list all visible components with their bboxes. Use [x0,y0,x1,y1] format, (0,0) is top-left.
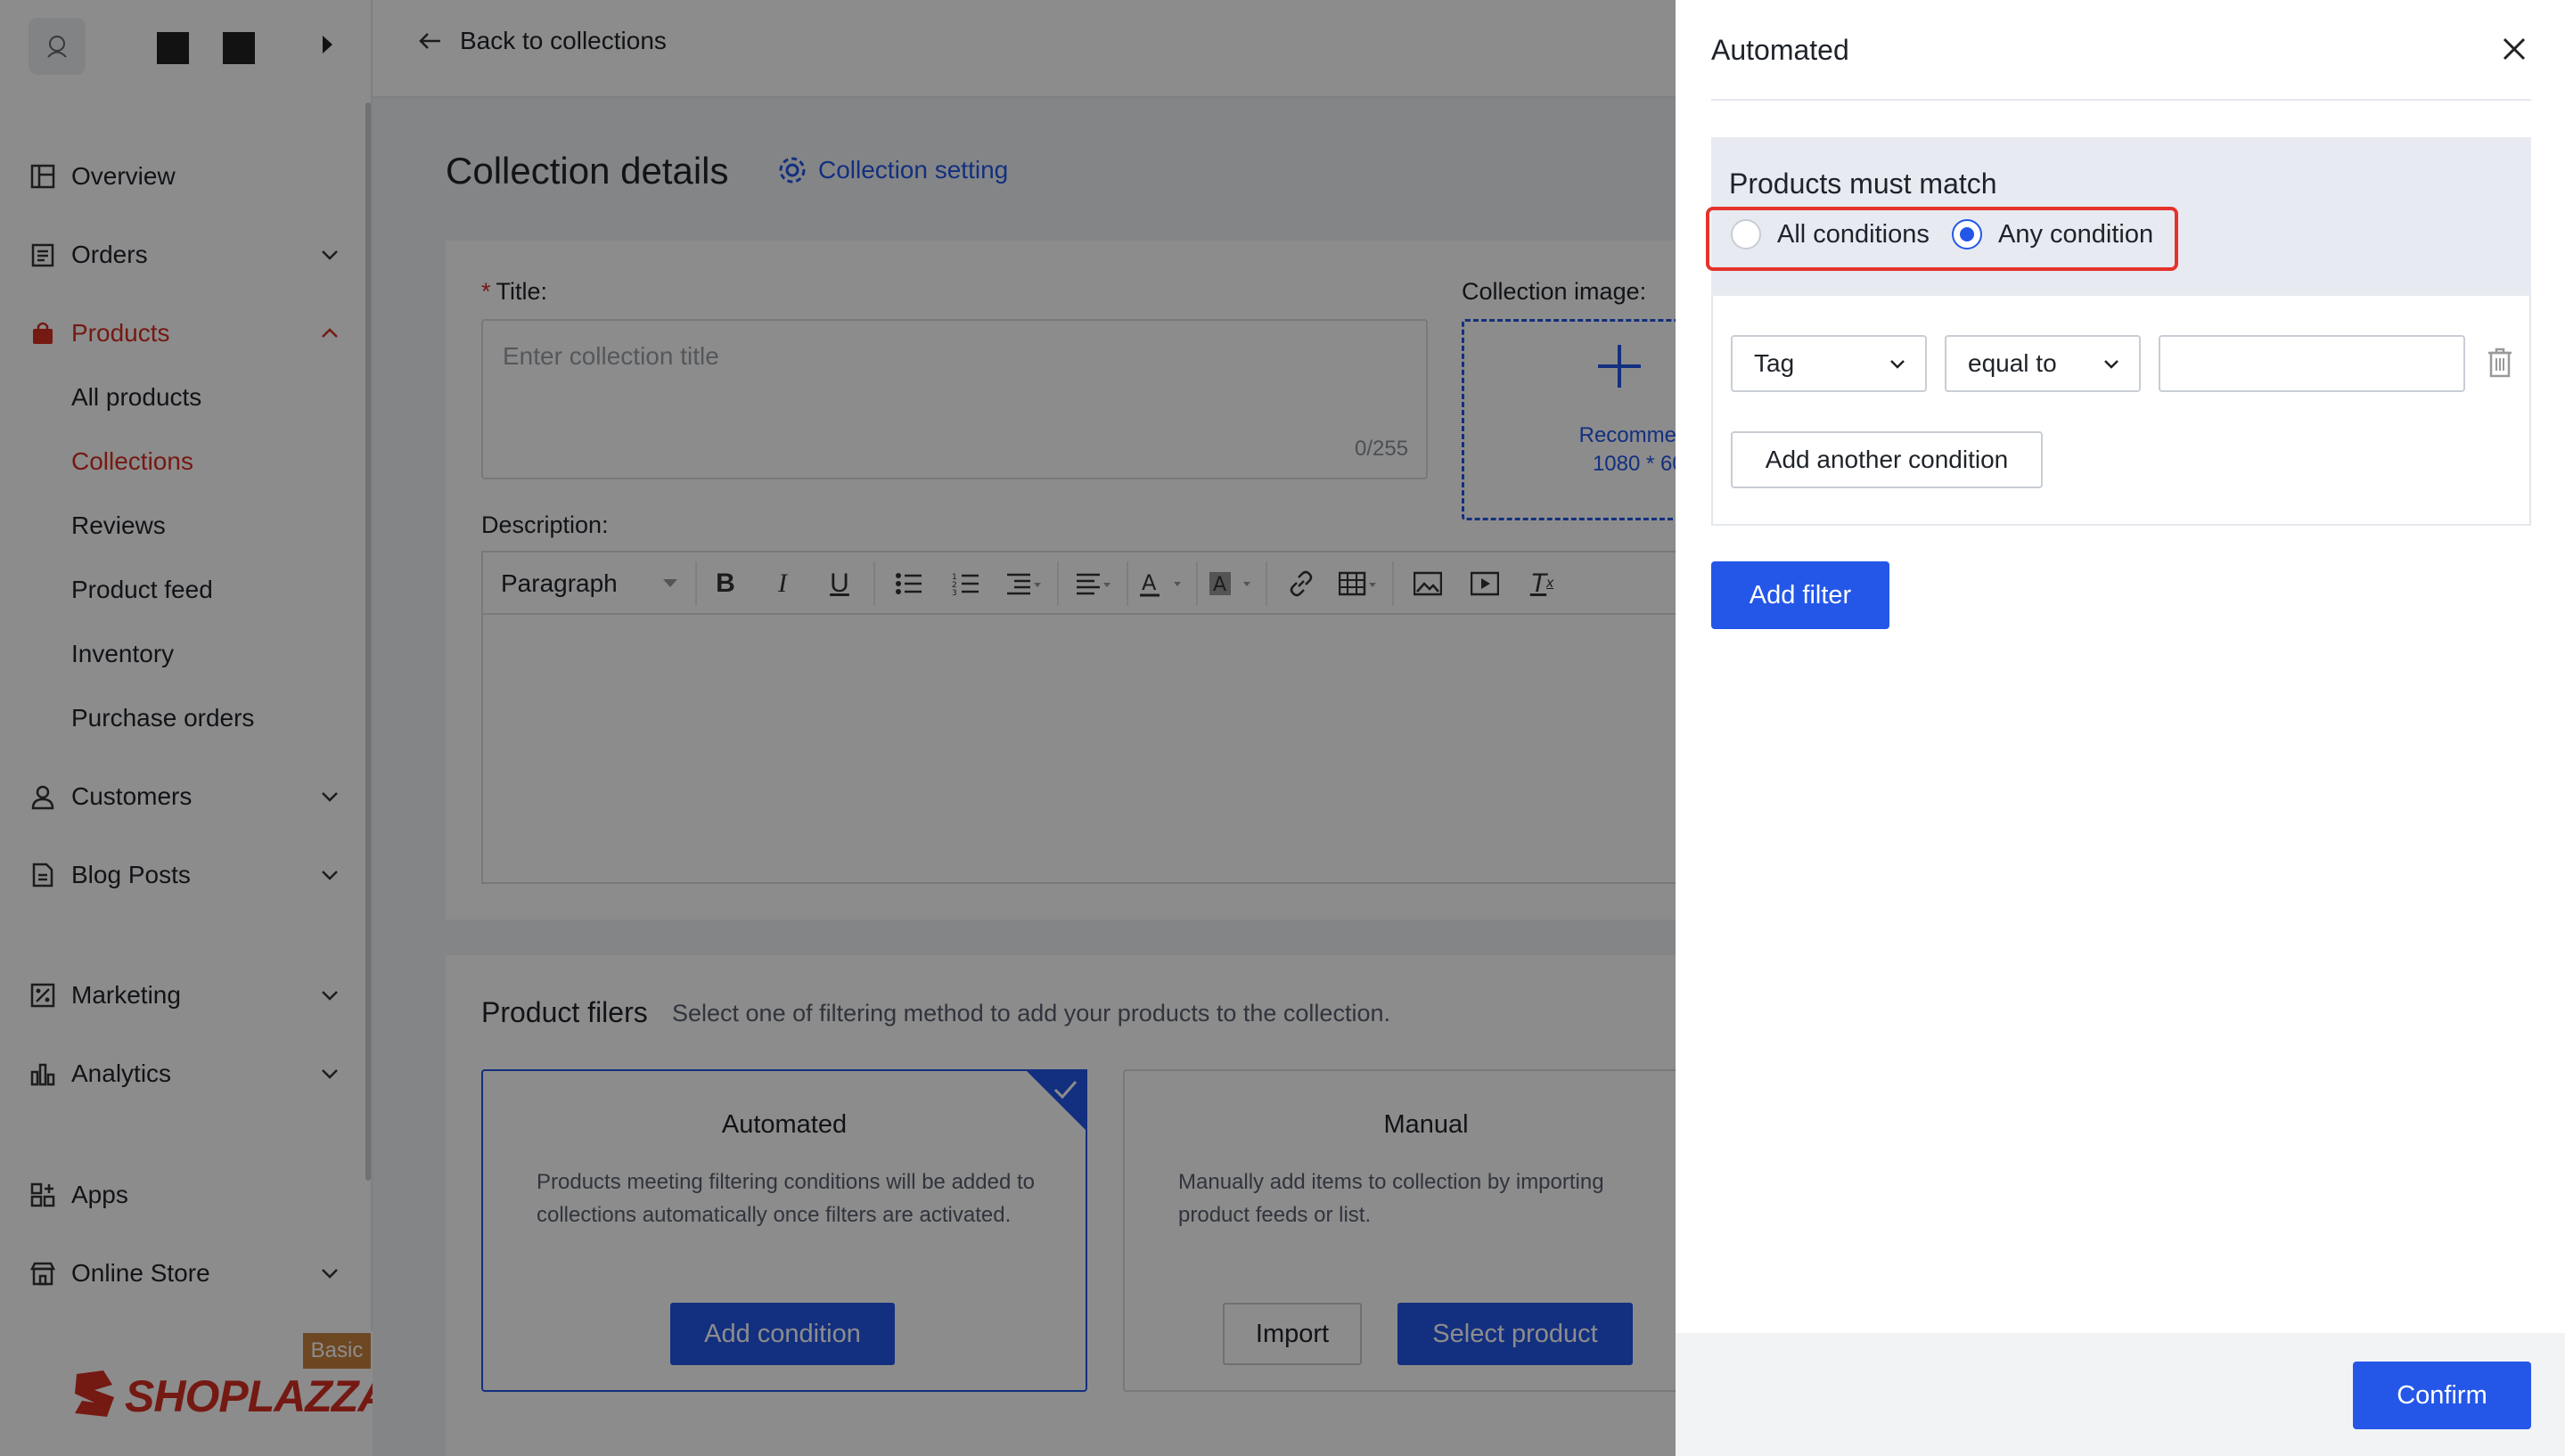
radio-all-conditions[interactable]: All conditions [1731,219,1930,249]
radio-any-condition[interactable]: Any condition [1952,219,2153,249]
radio-circle[interactable] [1731,219,1761,249]
field-select-value: Tag [1754,349,1795,377]
radio-label: All conditions [1777,219,1930,249]
close-icon[interactable] [2501,36,2528,62]
field-select[interactable]: Tag [1731,335,1927,392]
modal-overlay[interactable] [0,0,1676,1456]
trash-icon[interactable] [2487,348,2513,378]
conditions-panel: Tag equal to Add another condition [1711,296,2531,526]
operator-select[interactable]: equal to [1945,335,2141,392]
radio-circle-checked[interactable] [1952,219,1982,249]
drawer-title: Automated [1711,34,1849,66]
add-another-condition-button[interactable]: Add another condition [1731,431,2043,488]
condition-value-input[interactable] [2159,335,2465,392]
chevron-down-icon [2104,360,2118,369]
operator-select-value: equal to [1968,349,2057,377]
chevron-down-icon [1890,360,1905,369]
match-type-panel: Products must match All conditions Any c… [1706,137,2531,296]
add-filter-button[interactable]: Add filter [1711,561,1889,629]
radio-label: Any condition [1998,219,2154,249]
confirm-button[interactable]: Confirm [2353,1362,2531,1429]
automated-drawer: Automated Products must match All condit… [1676,0,2565,1456]
match-title: Products must match [1729,168,1997,200]
drawer-footer: Confirm [1676,1333,2565,1456]
drawer-divider [1711,99,2531,101]
